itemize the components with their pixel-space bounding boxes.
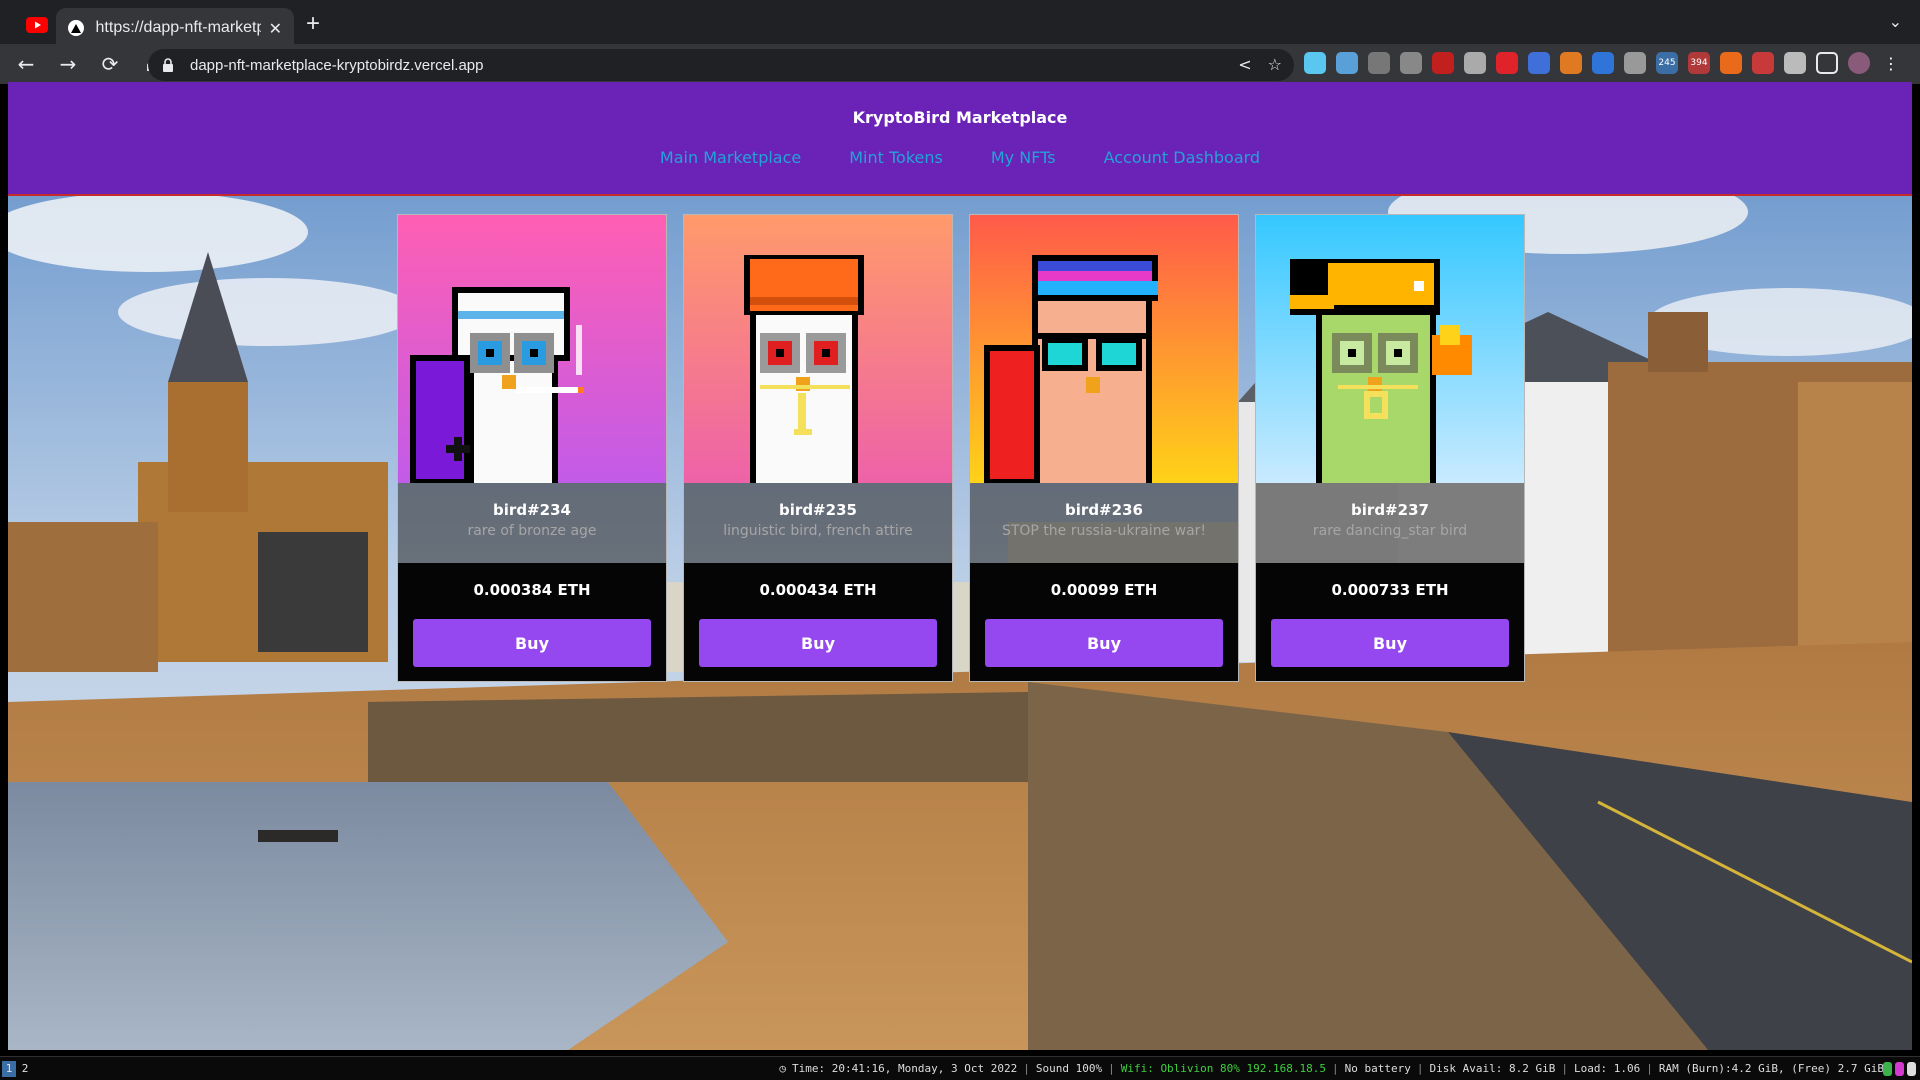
- extensions-area: 245 394 ⋮: [1304, 52, 1902, 74]
- nft-price: 0.000733 ETH: [1331, 581, 1449, 599]
- youtube-tab[interactable]: [14, 10, 60, 40]
- url-text: dapp-nft-marketplace-kryptobirdz.vercel.…: [190, 56, 484, 74]
- lock-icon: [163, 58, 173, 72]
- new-tab-button[interactable]: +: [306, 12, 320, 36]
- card-price-section: 0.000733 ETH Buy: [1256, 563, 1524, 681]
- browser-toolbar: ← → ⟳ ⌂ dapp-nft-marketplace-kryptobirdz…: [0, 44, 1920, 84]
- nav-main-marketplace[interactable]: Main Marketplace: [660, 148, 801, 167]
- nft-card: bird#236 STOP the russia-ukraine war! 0.…: [969, 214, 1239, 682]
- bookmark-star-icon[interactable]: ☆: [1268, 55, 1282, 74]
- tab-close-icon[interactable]: ✕: [269, 19, 282, 38]
- card-info: bird#235 linguistic bird, french attire: [684, 483, 952, 563]
- youtube-icon[interactable]: [1496, 52, 1518, 74]
- nav-account-dashboard[interactable]: Account Dashboard: [1104, 148, 1261, 167]
- nft-card: bird#234 rare of bronze age 0.000384 ETH…: [397, 214, 667, 682]
- tab-search-icon[interactable]: ⌄: [1889, 12, 1902, 31]
- card-price-section: 0.00099 ETH Buy: [970, 563, 1238, 681]
- buy-button[interactable]: Buy: [413, 619, 651, 667]
- calendar-icon[interactable]: 245: [1656, 52, 1678, 74]
- calendar-badge-icon[interactable]: 394: [1688, 52, 1710, 74]
- card-price-section: 0.000434 ETH Buy: [684, 563, 952, 681]
- circle-icon[interactable]: [1464, 52, 1486, 74]
- bar-icon[interactable]: [1592, 52, 1614, 74]
- tray-icon[interactable]: [1895, 1062, 1904, 1076]
- gear-icon[interactable]: [1400, 52, 1422, 74]
- photo-icon[interactable]: [1336, 52, 1358, 74]
- status-time: Time: 20:41:16, Monday, 3 Oct 2022: [792, 1062, 1018, 1075]
- site-header: KryptoBird Marketplace Main Marketplace …: [8, 82, 1912, 196]
- nft-price: 0.00099 ETH: [1050, 581, 1158, 599]
- nft-description: rare of bronze age: [467, 523, 597, 539]
- nft-price: 0.000384 ETH: [473, 581, 591, 599]
- browser-tab-bar: https://dapp-nft-marketplace ✕ + ⌄: [0, 0, 1920, 48]
- tab-title: https://dapp-nft-marketplace: [95, 19, 261, 36]
- card-info: bird#236 STOP the russia-ukraine war!: [970, 483, 1238, 563]
- ublock-icon[interactable]: [1432, 52, 1454, 74]
- status-sound: Sound 100%: [1035, 1062, 1103, 1075]
- active-tab[interactable]: https://dapp-nft-marketplace ✕: [56, 8, 294, 48]
- nft-card: bird#237 rare dancing_star bird 0.000733…: [1255, 214, 1525, 682]
- status-ram: RAM (Burn):4.2 GiB, (Free) 2.7 GiB: [1658, 1062, 1884, 1075]
- status-battery: No battery: [1344, 1062, 1411, 1075]
- card-info: bird#234 rare of bronze age: [398, 483, 666, 563]
- status-wifi: Wifi: Oblivion 80% 192.168.18.5: [1120, 1062, 1327, 1075]
- bird-icon[interactable]: [1528, 52, 1550, 74]
- flame-icon[interactable]: [1720, 52, 1742, 74]
- tray-icon[interactable]: [1883, 1062, 1892, 1076]
- forward-icon[interactable]: →: [52, 48, 84, 80]
- kryptobird-owl-image: [970, 215, 1238, 483]
- kryptobird-owl-image: [1256, 215, 1524, 483]
- background-coastal-town-image: [8, 82, 1912, 1050]
- back-icon[interactable]: ←: [10, 48, 42, 80]
- fox-icon[interactable]: [1560, 52, 1582, 74]
- profile-avatar[interactable]: [1848, 52, 1870, 74]
- nft-name: bird#236: [1065, 501, 1143, 519]
- nft-name: bird#234: [493, 501, 571, 519]
- nft-price: 0.000434 ETH: [759, 581, 877, 599]
- cube-icon[interactable]: [1624, 52, 1646, 74]
- kebab-menu-icon[interactable]: ⋮: [1880, 52, 1902, 74]
- kryptobird-owl-image: [684, 215, 952, 483]
- status-load: Load: 1.06: [1573, 1062, 1641, 1075]
- glasses-icon[interactable]: [1368, 52, 1390, 74]
- system-tray: [1883, 1062, 1916, 1076]
- card-info: bird#237 rare dancing_star bird: [1256, 483, 1524, 563]
- page-viewport: KryptoBird Marketplace Main Marketplace …: [8, 82, 1912, 1050]
- puzzle-icon[interactable]: [1784, 52, 1806, 74]
- brand-title: KryptoBird Marketplace: [852, 108, 1068, 127]
- nav-my-nfts[interactable]: My NFTs: [991, 148, 1056, 167]
- workspace-1[interactable]: 1: [2, 1061, 16, 1077]
- nft-description: linguistic bird, french attire: [723, 523, 913, 539]
- nav-mint-tokens[interactable]: Mint Tokens: [849, 148, 943, 167]
- shield-icon[interactable]: [1752, 52, 1774, 74]
- address-bar[interactable]: dapp-nft-marketplace-kryptobirdz.vercel.…: [148, 49, 1294, 81]
- status-disk: Disk Avail: 8.2 GiB: [1429, 1062, 1556, 1075]
- kryptobird-owl-image: [398, 215, 666, 483]
- clock-icon: ◷: [779, 1062, 787, 1075]
- side-panel-icon[interactable]: [1816, 52, 1838, 74]
- vercel-favicon-icon: [68, 20, 84, 36]
- react-devtools-icon[interactable]: [1304, 52, 1326, 74]
- nft-card: bird#235 linguistic bird, french attire …: [683, 214, 953, 682]
- system-taskbar: 1 2 ◷ Time: 20:41:16, Monday, 3 Oct 2022…: [0, 1056, 1920, 1080]
- workspace-2[interactable]: 2: [18, 1061, 32, 1077]
- nft-description: rare dancing_star bird: [1312, 523, 1468, 539]
- youtube-icon: [26, 17, 48, 33]
- nft-name: bird#237: [1351, 501, 1429, 519]
- tray-icon[interactable]: [1907, 1062, 1916, 1076]
- buy-button[interactable]: Buy: [699, 619, 937, 667]
- buy-button[interactable]: Buy: [1271, 619, 1509, 667]
- nft-description: STOP the russia-ukraine war!: [1001, 523, 1207, 539]
- buy-button[interactable]: Buy: [985, 619, 1223, 667]
- reload-icon[interactable]: ⟳: [94, 48, 126, 80]
- main-nav: Main Marketplace Mint Tokens My NFTs Acc…: [8, 148, 1912, 167]
- share-icon[interactable]: <: [1238, 55, 1251, 74]
- status-bar: ◷ Time: 20:41:16, Monday, 3 Oct 2022 | S…: [779, 1062, 1884, 1075]
- card-price-section: 0.000384 ETH Buy: [398, 563, 666, 681]
- nft-name: bird#235: [779, 501, 857, 519]
